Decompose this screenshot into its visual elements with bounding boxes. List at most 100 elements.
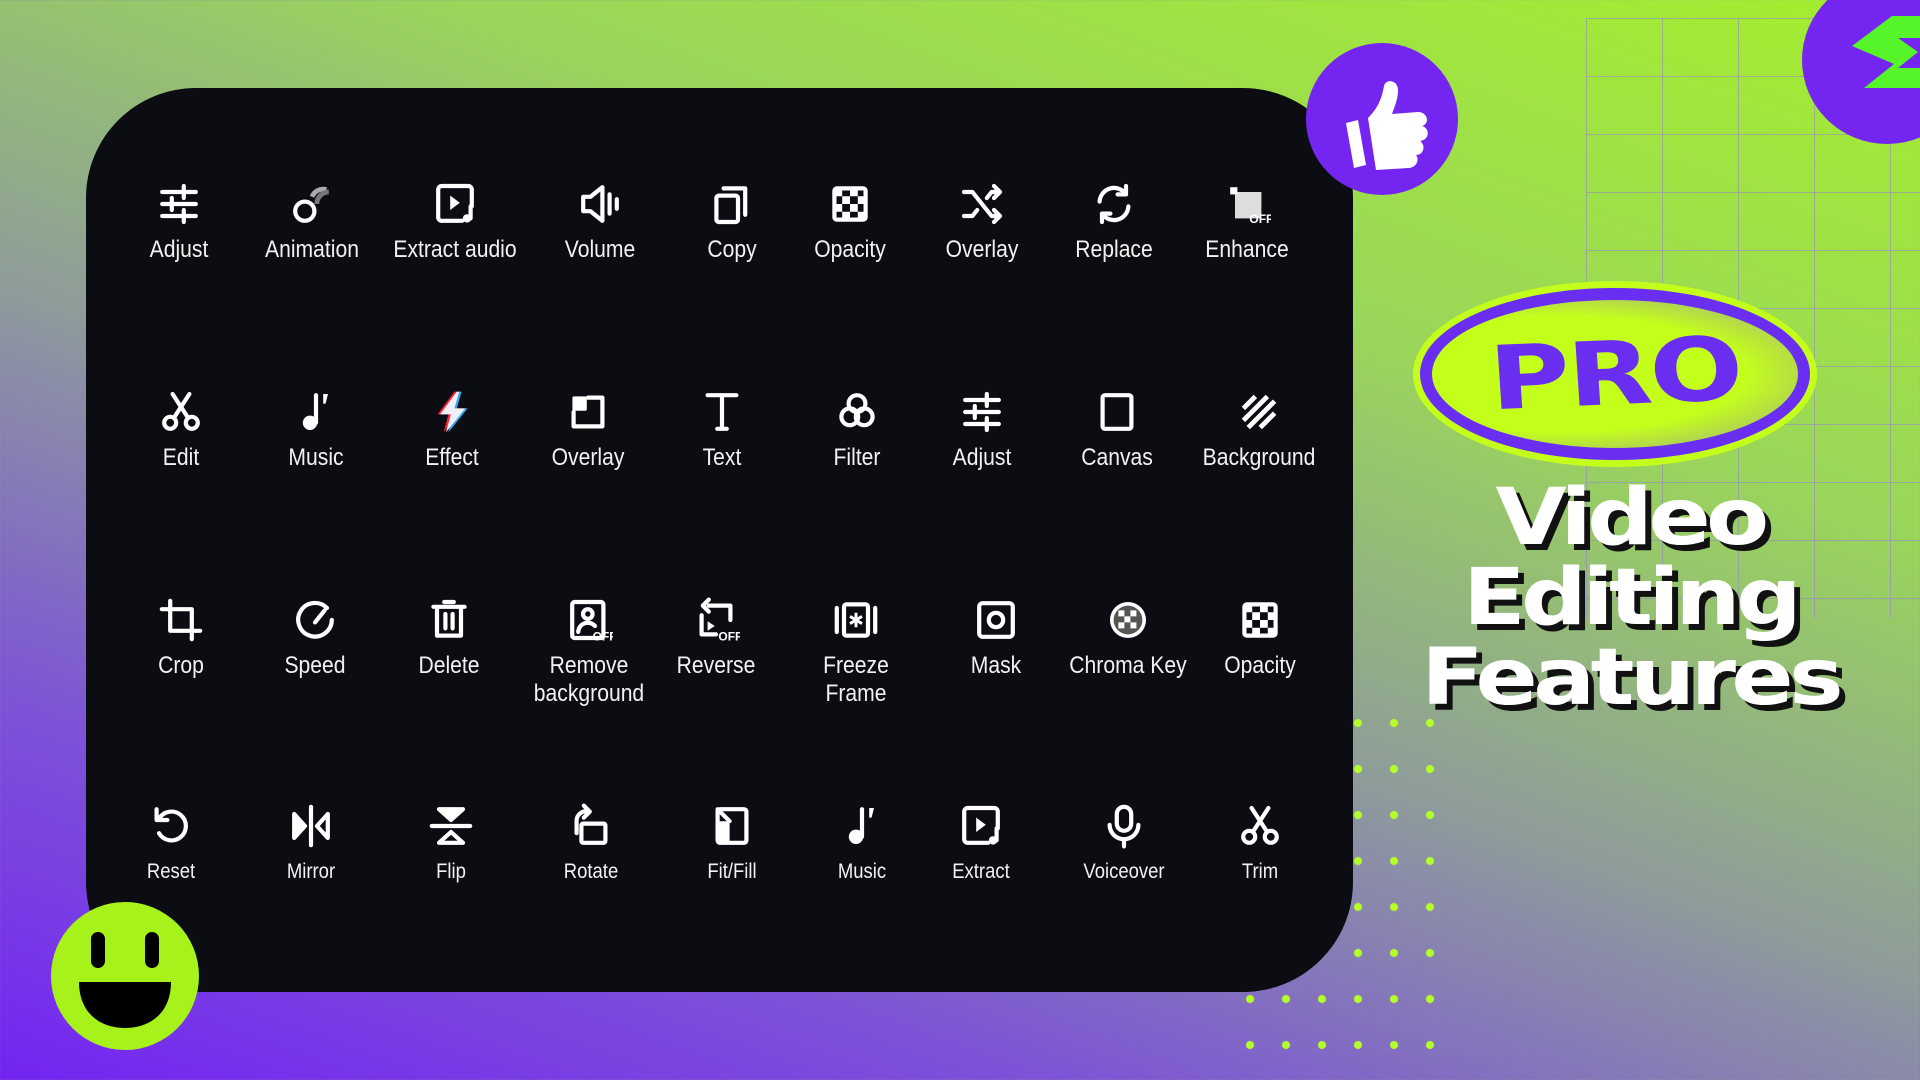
pro-badge: PRO bbox=[1420, 288, 1810, 460]
tool-label: Fit/Fill bbox=[707, 860, 757, 883]
tool-speed-button[interactable]: Speed bbox=[240, 596, 390, 680]
shuffle-icon bbox=[961, 183, 1003, 225]
chroma-key-icon bbox=[1110, 602, 1146, 638]
tool-chroma-key-button[interactable]: Chroma Key bbox=[1053, 596, 1203, 680]
tool-voiceover-button[interactable]: Voiceover bbox=[1049, 802, 1199, 886]
svg-text:OFF: OFF bbox=[1249, 212, 1271, 226]
tool-label: Remove background bbox=[533, 652, 645, 707]
tool-mask-button[interactable]: Mask bbox=[921, 596, 1071, 680]
scissors-icon bbox=[162, 391, 200, 431]
music-note-icon bbox=[302, 393, 328, 430]
canvas-icon bbox=[1100, 393, 1134, 431]
tool-label: Edit bbox=[162, 444, 200, 471]
tool-label: Animation bbox=[265, 236, 359, 263]
flip-icon bbox=[429, 807, 473, 845]
page-title: Video Editing Features bbox=[1360, 478, 1900, 718]
rotate-icon bbox=[574, 803, 608, 845]
sliders-icon bbox=[963, 391, 1001, 433]
extract-audio-icon bbox=[436, 183, 474, 223]
copy-icon bbox=[714, 186, 748, 225]
checker-icon bbox=[832, 186, 868, 222]
tool-opacity-button[interactable]: Opacity bbox=[775, 180, 925, 264]
trash-icon bbox=[431, 599, 467, 638]
tool-label: Text bbox=[702, 444, 742, 471]
tool-label: Effect bbox=[425, 444, 479, 471]
mirror-icon bbox=[292, 804, 330, 848]
tool-text-button[interactable]: Text bbox=[647, 388, 797, 472]
volume-icon bbox=[581, 185, 619, 223]
tool-adjust-button[interactable]: Adjust bbox=[907, 388, 1057, 472]
tool-label: Reset bbox=[146, 860, 196, 883]
tool-label: Volume bbox=[564, 236, 636, 263]
title-line-2: Editing bbox=[1462, 553, 1802, 643]
tool-canvas-button[interactable]: Canvas bbox=[1042, 388, 1192, 472]
tool-label: Voiceover bbox=[1083, 860, 1165, 883]
fit-fill-icon bbox=[715, 807, 749, 845]
tool-label: Overlay bbox=[551, 444, 625, 471]
tool-edit-button[interactable]: Edit bbox=[106, 388, 256, 472]
tool-label: Trim bbox=[1241, 860, 1279, 883]
sliders-icon bbox=[160, 183, 198, 225]
tool-volume-button[interactable]: Volume bbox=[525, 180, 675, 264]
title-line-1: Video bbox=[1495, 473, 1769, 563]
tool-reset-button[interactable]: Reset bbox=[96, 802, 246, 886]
tool-adjust-button[interactable]: Adjust bbox=[104, 180, 254, 264]
tool-label: Opacity bbox=[814, 236, 886, 263]
smiley-icon bbox=[51, 902, 199, 1050]
tool-enhance-button[interactable]: OFF Enhance bbox=[1172, 180, 1322, 264]
replace-icon bbox=[1097, 183, 1131, 225]
tool-trim-button[interactable]: Trim bbox=[1185, 802, 1335, 886]
pro-badge-label: PRO bbox=[1486, 316, 1744, 431]
filter-icon bbox=[839, 393, 875, 428]
tool-label: Background bbox=[1202, 444, 1316, 471]
mask-icon bbox=[977, 601, 1015, 639]
tool-label: Crop bbox=[158, 652, 204, 679]
tool-overlay-button[interactable]: Overlay bbox=[513, 388, 663, 472]
tool-animation-button[interactable]: Animation bbox=[237, 180, 387, 264]
extract-audio-icon bbox=[962, 805, 1000, 845]
tool-extract-audio-button[interactable]: Extract audio bbox=[380, 180, 530, 264]
tool-overlay-button[interactable]: Overlay bbox=[907, 180, 1057, 264]
thumbs-up-icon bbox=[1306, 43, 1458, 195]
tool-reverse-button[interactable]: OFF Reverse bbox=[641, 596, 791, 680]
speed-icon bbox=[296, 600, 334, 639]
text-icon bbox=[705, 393, 739, 431]
reset-icon bbox=[154, 807, 188, 843]
tool-label: Reverse bbox=[676, 652, 756, 679]
checker-icon bbox=[1242, 602, 1278, 638]
animation-icon bbox=[293, 186, 330, 223]
tool-label: Music bbox=[288, 444, 344, 471]
tool-background-button[interactable]: Background bbox=[1184, 388, 1334, 472]
tool-label: Adjust bbox=[952, 444, 1012, 471]
tool-extract-button[interactable]: Extract bbox=[906, 802, 1056, 886]
tool-delete-button[interactable]: Delete bbox=[374, 596, 524, 680]
tool-freeze-frame-button[interactable]: Freeze Frame bbox=[781, 596, 931, 708]
tool-crop-button[interactable]: Crop bbox=[106, 596, 256, 680]
tool-effect-button[interactable]: Effect bbox=[377, 388, 527, 472]
tool-label: Filter bbox=[833, 444, 881, 471]
svg-text:OFF: OFF bbox=[593, 629, 613, 643]
tool-fit-fill-button[interactable]: Fit/Fill bbox=[657, 802, 807, 886]
tool-label: Flip bbox=[436, 860, 466, 883]
tool-label: Extract bbox=[952, 860, 1010, 883]
tool-music-button[interactable]: Music bbox=[241, 388, 391, 472]
tool-label: Opacity bbox=[1224, 652, 1296, 679]
crop-icon bbox=[159, 598, 203, 642]
tool-label: Enhance bbox=[1205, 236, 1289, 263]
music-note-icon bbox=[848, 807, 874, 844]
title-line-3: Features bbox=[1420, 633, 1844, 723]
tool-mirror-button[interactable]: Mirror bbox=[236, 802, 386, 886]
tool-label: Adjust bbox=[149, 236, 209, 263]
scissors-icon bbox=[1241, 805, 1279, 845]
overlay-icon bbox=[571, 395, 605, 429]
tool-opacity-button[interactable]: Opacity bbox=[1185, 596, 1335, 680]
tool-rotate-button[interactable]: Rotate bbox=[516, 802, 666, 886]
freeze-frame-icon bbox=[834, 602, 878, 638]
tool-label: Chroma Key bbox=[1069, 652, 1187, 679]
tool-label: Overlay bbox=[945, 236, 1019, 263]
tool-label: Mask bbox=[970, 652, 1022, 679]
tool-replace-button[interactable]: Replace bbox=[1039, 180, 1189, 264]
svg-text:OFF: OFF bbox=[718, 629, 740, 643]
tool-flip-button[interactable]: Flip bbox=[376, 802, 526, 886]
enhance-icon: OFF bbox=[1230, 187, 1271, 226]
